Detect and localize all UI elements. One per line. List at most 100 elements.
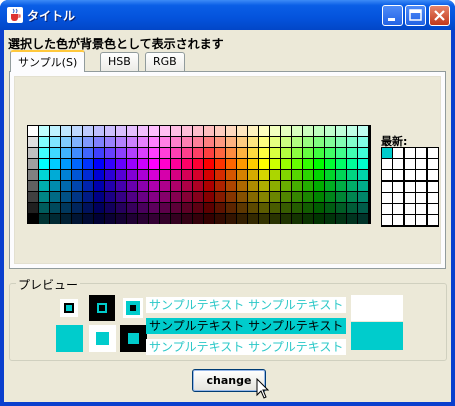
change-button[interactable]: change (192, 369, 266, 392)
color-swatch[interactable] (39, 192, 49, 202)
color-swatch[interactable] (72, 181, 82, 191)
color-swatch[interactable] (138, 192, 148, 202)
color-swatch[interactable] (281, 214, 291, 224)
color-swatch[interactable] (281, 203, 291, 213)
color-swatch[interactable] (259, 181, 269, 191)
color-swatch[interactable] (94, 203, 104, 213)
color-swatch[interactable] (50, 203, 60, 213)
color-swatch[interactable] (226, 137, 236, 147)
color-swatch[interactable] (358, 170, 368, 180)
color-swatch[interactable] (237, 159, 247, 169)
color-swatch[interactable] (237, 203, 247, 213)
color-swatch[interactable] (358, 148, 368, 158)
color-swatch[interactable] (204, 170, 214, 180)
recent-color-swatch[interactable] (393, 148, 404, 158)
color-swatch[interactable] (358, 192, 368, 202)
color-swatch[interactable] (248, 148, 258, 158)
color-swatch[interactable] (325, 170, 335, 180)
color-swatch[interactable] (171, 170, 181, 180)
color-swatch[interactable] (160, 181, 170, 191)
color-swatch[interactable] (50, 148, 60, 158)
color-swatch[interactable] (149, 170, 159, 180)
color-swatch[interactable] (138, 148, 148, 158)
color-swatch[interactable] (204, 214, 214, 224)
color-swatch[interactable] (127, 192, 137, 202)
color-swatch[interactable] (226, 170, 236, 180)
color-swatch[interactable] (149, 126, 159, 136)
color-swatch[interactable] (292, 137, 302, 147)
color-swatch[interactable] (314, 148, 324, 158)
color-swatch[interactable] (259, 203, 269, 213)
color-swatch[interactable] (259, 214, 269, 224)
color-swatch[interactable] (50, 170, 60, 180)
color-swatch[interactable] (160, 203, 170, 213)
color-swatch[interactable] (226, 126, 236, 136)
color-swatch[interactable] (215, 137, 225, 147)
color-swatch[interactable] (182, 192, 192, 202)
color-swatch[interactable] (325, 203, 335, 213)
color-swatch[interactable] (292, 126, 302, 136)
color-swatch[interactable] (39, 181, 49, 191)
color-swatch[interactable] (281, 192, 291, 202)
color-swatch[interactable] (28, 192, 38, 202)
color-swatch[interactable] (204, 192, 214, 202)
color-swatch[interactable] (303, 159, 313, 169)
color-swatch[interactable] (160, 170, 170, 180)
color-swatch[interactable] (39, 170, 49, 180)
recent-color-swatch[interactable] (393, 181, 404, 192)
color-swatch[interactable] (270, 192, 280, 202)
recent-color-swatch[interactable] (382, 181, 392, 192)
color-swatch[interactable] (314, 214, 324, 224)
color-swatch[interactable] (61, 192, 71, 202)
color-swatch[interactable] (160, 214, 170, 224)
color-swatch[interactable] (138, 203, 148, 213)
color-swatch[interactable] (61, 170, 71, 180)
recent-color-swatch[interactable] (427, 215, 438, 226)
color-swatch[interactable] (303, 126, 313, 136)
color-swatch[interactable] (314, 203, 324, 213)
color-swatch[interactable] (61, 214, 71, 224)
recent-color-swatch[interactable] (382, 204, 392, 214)
color-swatch[interactable] (182, 137, 192, 147)
color-swatch[interactable] (193, 148, 203, 158)
color-swatch[interactable] (39, 148, 49, 158)
recent-color-swatch[interactable] (393, 204, 404, 214)
color-swatch[interactable] (292, 148, 302, 158)
tab-hsb[interactable]: HSB (100, 52, 139, 71)
color-swatch[interactable] (336, 126, 346, 136)
color-swatch[interactable] (325, 159, 335, 169)
color-swatch[interactable] (303, 203, 313, 213)
color-swatch[interactable] (83, 137, 93, 147)
color-swatch[interactable] (347, 126, 357, 136)
recent-color-swatch[interactable] (404, 170, 415, 181)
color-swatch[interactable] (193, 170, 203, 180)
recent-color-swatch[interactable] (382, 159, 392, 170)
color-swatch[interactable] (149, 159, 159, 169)
color-swatch[interactable] (314, 170, 324, 180)
color-swatch[interactable] (138, 214, 148, 224)
color-swatch[interactable] (149, 181, 159, 191)
color-swatch[interactable] (226, 148, 236, 158)
color-swatch[interactable] (314, 126, 324, 136)
color-swatch[interactable] (72, 148, 82, 158)
color-swatch[interactable] (94, 137, 104, 147)
color-swatch[interactable] (193, 214, 203, 224)
color-swatch[interactable] (50, 214, 60, 224)
color-swatch[interactable] (314, 192, 324, 202)
color-swatch[interactable] (248, 159, 258, 169)
color-swatch[interactable] (281, 159, 291, 169)
color-swatch[interactable] (270, 159, 280, 169)
color-swatch[interactable] (171, 148, 181, 158)
color-swatch[interactable] (204, 148, 214, 158)
recent-color-swatch[interactable] (382, 170, 392, 181)
color-swatch[interactable] (259, 192, 269, 202)
recent-color-swatch[interactable] (393, 170, 404, 181)
color-swatch[interactable] (182, 203, 192, 213)
color-swatch[interactable] (28, 203, 38, 213)
color-swatch[interactable] (237, 214, 247, 224)
color-swatch[interactable] (116, 126, 126, 136)
recent-color-swatch[interactable] (382, 192, 392, 203)
color-swatch[interactable] (347, 192, 357, 202)
minimize-button[interactable] (382, 5, 403, 26)
color-swatch[interactable] (171, 214, 181, 224)
